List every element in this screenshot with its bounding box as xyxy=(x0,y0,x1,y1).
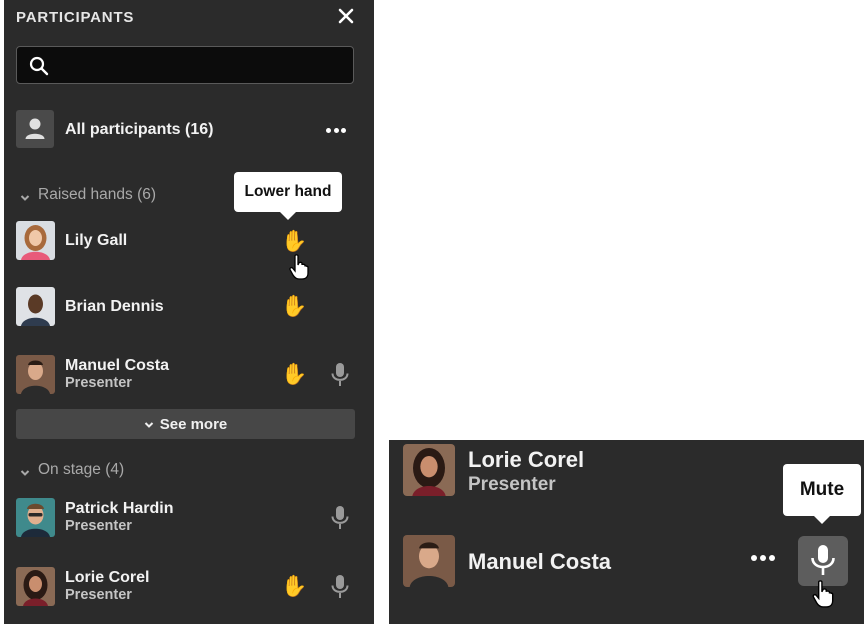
participant-name: Patrick Hardin xyxy=(65,500,174,517)
participant-name: Brian Dennis xyxy=(65,298,164,315)
see-more-button[interactable]: See more xyxy=(16,409,355,439)
avatar xyxy=(16,355,55,394)
avatar xyxy=(16,498,55,537)
chevron-down-icon xyxy=(144,422,153,428)
microphone-icon xyxy=(811,545,835,575)
person-icon xyxy=(16,110,54,148)
search-box xyxy=(16,46,354,85)
lower-hand-tooltip: Lower hand xyxy=(234,172,342,220)
chevron-down-icon xyxy=(20,465,30,476)
participant-role: Presenter xyxy=(65,518,132,534)
all-participants-label: All participants (16) xyxy=(65,121,214,138)
close-icon[interactable] xyxy=(336,6,356,26)
avatar xyxy=(16,567,55,606)
participant-role: Presenter xyxy=(468,474,556,495)
participant-name: Lorie Corel xyxy=(65,569,150,586)
search-icon xyxy=(29,56,49,76)
hand-pointer-cursor xyxy=(812,580,834,608)
raised-hand-icon[interactable]: ✋ xyxy=(281,294,307,320)
participant-name: Manuel Costa xyxy=(468,549,612,574)
avatar xyxy=(403,535,455,587)
all-participants-row[interactable]: All participants (16) xyxy=(16,110,354,150)
participant-row[interactable]: Lorie Corel Presenter ✋ xyxy=(16,567,354,609)
raised-hand-icon[interactable]: ✋ xyxy=(281,362,307,388)
tooltip-label: Mute xyxy=(799,479,845,500)
participant-role: Presenter xyxy=(65,375,132,391)
microphone-icon[interactable] xyxy=(329,505,351,531)
participant-row[interactable]: Patrick Hardin Presenter xyxy=(16,498,354,540)
hand-pointer-cursor xyxy=(289,254,309,280)
on-stage-label: On stage (4) xyxy=(38,461,125,478)
raised-hands-header[interactable]: Raised hands (6) xyxy=(20,186,156,204)
participant-name: Manuel Costa xyxy=(65,357,170,374)
avatar xyxy=(16,287,55,326)
participant-role: Presenter xyxy=(65,587,132,603)
participant-name: Lily Gall xyxy=(65,232,128,249)
see-more-label: See more xyxy=(159,416,228,433)
avatar xyxy=(16,221,55,260)
mute-tooltip: Mute xyxy=(783,464,861,524)
microphone-icon[interactable] xyxy=(329,574,351,600)
zoomed-participant-view: Lorie Corel Presenter Mute Manuel Costa xyxy=(389,440,864,624)
raised-hands-label: Raised hands (6) xyxy=(38,186,157,203)
panel-title: PARTICIPANTS xyxy=(16,9,135,26)
participants-panel: PARTICIPANTS All participants (16) Raise… xyxy=(4,0,374,624)
avatar xyxy=(403,444,455,496)
raised-hand-icon[interactable]: ✋ xyxy=(281,229,307,255)
raised-hand-icon[interactable]: ✋ xyxy=(281,574,307,600)
participant-name: Lorie Corel xyxy=(468,447,585,472)
search-input[interactable] xyxy=(59,47,348,85)
more-icon[interactable] xyxy=(324,120,348,140)
participant-row[interactable]: Manuel Costa Presenter ✋ xyxy=(16,355,354,397)
participant-row[interactable]: Brian Dennis ✋ xyxy=(16,287,354,329)
chevron-down-icon xyxy=(20,190,30,201)
on-stage-header[interactable]: On stage (4) xyxy=(20,461,124,479)
more-icon[interactable] xyxy=(749,548,779,568)
mute-microphone-button[interactable] xyxy=(798,536,848,586)
tooltip-label: Lower hand xyxy=(244,183,332,200)
microphone-icon[interactable] xyxy=(329,362,351,388)
